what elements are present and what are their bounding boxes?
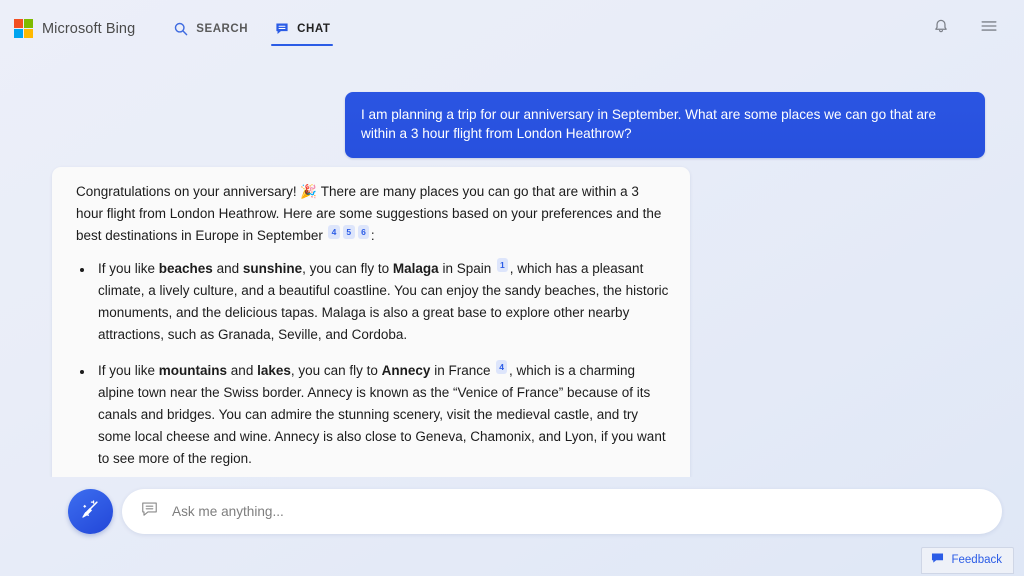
chat-bubble-icon bbox=[274, 21, 290, 37]
citation-badge[interactable]: 4 bbox=[328, 225, 340, 239]
logo-square-bottom-right bbox=[24, 29, 33, 38]
bullet-bold-2: lakes bbox=[257, 362, 291, 378]
bullet-bold-3: Annecy bbox=[381, 362, 431, 378]
bullet-mid-3: in Spain bbox=[438, 260, 495, 276]
bot-response-card: Congratulations on your anniversary! 🎉 T… bbox=[52, 167, 690, 477]
bot-intro-paragraph: Congratulations on your anniversary! 🎉 T… bbox=[64, 181, 670, 247]
list-item: If you like mountains and lakes, you can… bbox=[94, 360, 670, 470]
header-actions bbox=[930, 18, 1008, 40]
chat-input-container[interactable] bbox=[122, 489, 1002, 534]
citation-badge[interactable]: 6 bbox=[357, 225, 370, 239]
bell-icon bbox=[932, 17, 950, 40]
party-popper-icon: 🎉 bbox=[300, 184, 318, 199]
citation-badge[interactable]: 1 bbox=[496, 258, 509, 272]
bullet-mid-1: and bbox=[227, 362, 258, 378]
new-topic-button[interactable] bbox=[68, 489, 113, 534]
feedback-button[interactable]: Feedback bbox=[921, 547, 1014, 574]
feedback-label: Feedback bbox=[951, 554, 1002, 566]
broom-sweep-icon bbox=[78, 497, 103, 527]
bullet-pre: If you like bbox=[98, 362, 159, 378]
bullet-pre: If you like bbox=[98, 260, 159, 276]
bullet-bold-2: sunshine bbox=[242, 260, 303, 276]
logo-square-bottom-left bbox=[14, 29, 23, 38]
bullet-mid-2: , you can fly to bbox=[290, 362, 382, 378]
top-header: Microsoft Bing SEARCH CHAT bbox=[0, 0, 1024, 57]
tab-search[interactable]: SEARCH bbox=[163, 0, 258, 57]
logo-square-top-right bbox=[24, 19, 33, 28]
hamburger-menu-icon bbox=[979, 16, 999, 41]
bullet-bold-3: Malaga bbox=[392, 260, 439, 276]
list-item: If you like beaches and sunshine, you ca… bbox=[94, 258, 670, 346]
header-nav: SEARCH CHAT bbox=[163, 0, 340, 57]
citation-badge[interactable]: 4 bbox=[495, 360, 508, 374]
user-message-text: I am planning a trip for our anniversary… bbox=[361, 107, 937, 142]
tab-chat-label: CHAT bbox=[297, 22, 331, 35]
citation-badge[interactable]: 5 bbox=[342, 225, 355, 239]
notifications-button[interactable] bbox=[930, 18, 952, 40]
menu-button[interactable] bbox=[978, 18, 1000, 40]
feedback-bubble-icon bbox=[931, 552, 944, 568]
bullet-bold-1: mountains bbox=[158, 362, 228, 378]
bullet-mid-1: and bbox=[212, 260, 243, 276]
bot-intro-suffix: : bbox=[370, 227, 375, 243]
bullet-mid-3: in France bbox=[430, 362, 495, 378]
search-input[interactable] bbox=[172, 504, 984, 519]
composer-bar bbox=[0, 477, 1024, 576]
chat-bubble-icon bbox=[140, 500, 159, 524]
brand-name-label: Microsoft Bing bbox=[42, 20, 136, 37]
user-message-bubble: I am planning a trip for our anniversary… bbox=[345, 92, 985, 158]
bing-brand-logo[interactable]: Microsoft Bing bbox=[14, 19, 135, 38]
microsoft-logo-icon bbox=[14, 19, 33, 38]
bullet-mid-2: , you can fly to bbox=[302, 260, 393, 276]
suggestion-list: If you like beaches and sunshine, you ca… bbox=[64, 258, 670, 477]
logo-square-top-left bbox=[14, 19, 23, 28]
conversation-area: I am planning a trip for our anniversary… bbox=[0, 57, 1024, 477]
tab-chat[interactable]: CHAT bbox=[264, 0, 340, 57]
bot-intro-part1: Congratulations on your anniversary! bbox=[76, 184, 301, 199]
bullet-bold-1: beaches bbox=[158, 260, 213, 276]
search-icon bbox=[173, 21, 189, 37]
bullet-rest: , which is a charming alpine town near t… bbox=[98, 362, 666, 466]
tab-search-label: SEARCH bbox=[196, 22, 249, 35]
